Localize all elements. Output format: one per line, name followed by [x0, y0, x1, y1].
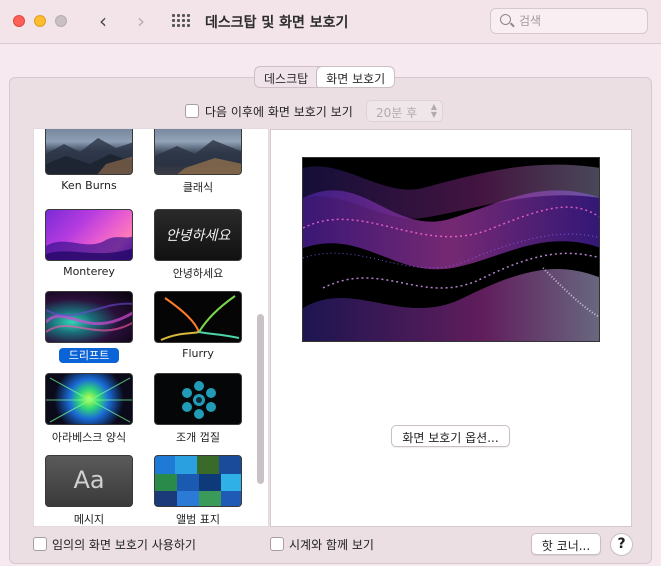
start-after-label: 다음 이후에 화면 보호기 보기: [205, 105, 353, 119]
hot-corners-button[interactable]: 핫 코너...: [531, 533, 601, 555]
show-clock-checkbox[interactable]: [270, 537, 284, 551]
random-label: 임의의 화면 보호기 사용하기: [52, 538, 196, 552]
list-item[interactable]: Aa 메시지: [44, 455, 134, 526]
chevron-updown-icon: ▲ ▼: [430, 102, 437, 119]
saver-name: 클래식: [182, 181, 214, 194]
list-item[interactable]: 아라베스크 양식: [44, 373, 134, 445]
tab-screen-saver[interactable]: 화면 보호기: [317, 67, 395, 87]
shell-thumbnail: [154, 373, 242, 425]
show-clock-label: 시계와 함께 보기: [289, 538, 374, 552]
list-item[interactable]: 앨범 표지: [153, 455, 243, 526]
start-after-value: 20분 후: [376, 106, 418, 120]
close-button[interactable]: [13, 15, 25, 27]
help-button[interactable]: ?: [610, 533, 633, 556]
random-checkbox[interactable]: [33, 537, 47, 551]
window-title: 데스크탑 및 화면 보호기: [205, 15, 349, 31]
drift-preview: [302, 157, 600, 342]
saver-name: Ken Burns: [61, 179, 117, 192]
saver-name: 아라베스크 양식: [51, 431, 127, 444]
drift-thumbnail: [45, 291, 133, 343]
search-icon: [500, 14, 511, 25]
saver-name: Flurry: [182, 347, 214, 360]
screen-saver-options-button[interactable]: 화면 보호기 옵션...: [391, 425, 510, 447]
message-thumbnail: Aa: [45, 455, 133, 507]
album-artwork-thumbnail: [154, 455, 242, 507]
list-item[interactable]: Ken Burns: [44, 129, 134, 192]
list-item[interactable]: 클래식: [153, 129, 243, 195]
screen-saver-list[interactable]: Ken Burns 클래식 Monterey 안녕하세요 안녕하세요 드리프트 …: [33, 128, 269, 527]
list-item[interactable]: Monterey: [44, 209, 134, 278]
zoom-button[interactable]: [55, 15, 67, 27]
search-field[interactable]: [490, 8, 648, 34]
list-scrollbar[interactable]: [257, 314, 264, 484]
message-thumb-text: Aa: [73, 466, 105, 494]
show-all-grid-icon[interactable]: [172, 14, 190, 29]
list-item[interactable]: 조개 껍질: [153, 373, 243, 445]
saver-name: 조개 껍질: [176, 431, 220, 444]
tab-desktop[interactable]: 데스크탑: [255, 67, 317, 87]
list-item[interactable]: 안녕하세요 안녕하세요: [153, 209, 243, 281]
saver-name: Monterey: [63, 265, 115, 278]
saver-name: 드리프트: [44, 347, 134, 363]
hello-thumbnail: 안녕하세요: [154, 209, 242, 261]
start-after-select[interactable]: 20분 후 ▲ ▼: [366, 100, 443, 122]
saver-name: 안녕하세요: [172, 267, 224, 280]
saver-name: 메시지: [73, 513, 105, 526]
forward-icon[interactable]: ›: [131, 9, 151, 33]
minimize-button[interactable]: [34, 15, 46, 27]
back-icon[interactable]: ‹: [93, 9, 113, 33]
list-item[interactable]: 드리프트: [44, 291, 134, 363]
hello-thumb-text: 안녕하세요: [165, 228, 231, 244]
title-bar: ‹ › 데스크탑 및 화면 보호기: [0, 0, 661, 44]
ken-burns-thumbnail: [45, 129, 133, 175]
classic-thumbnail: [154, 129, 242, 175]
tab-bar: 데스크탑 화면 보호기: [254, 66, 396, 88]
saver-name: 앨범 표지: [176, 513, 220, 526]
monterey-thumbnail: [45, 209, 133, 261]
flurry-thumbnail: [154, 291, 242, 343]
search-input[interactable]: [519, 13, 639, 29]
start-after-checkbox[interactable]: [185, 104, 199, 118]
arabesque-thumbnail: [45, 373, 133, 425]
list-item[interactable]: Flurry: [153, 291, 243, 360]
